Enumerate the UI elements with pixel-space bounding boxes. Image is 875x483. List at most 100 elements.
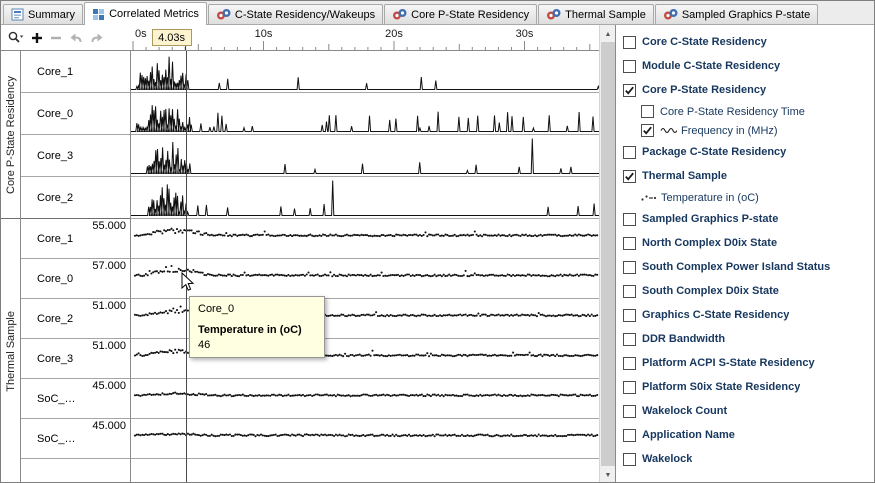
checkbox-north-complex-d0ix-state[interactable]: [623, 237, 636, 250]
scroll-up-button[interactable]: ▲: [600, 26, 616, 42]
metric-item-wakelock[interactable]: Wakelock: [616, 447, 875, 471]
metric-label: DDR Bandwidth: [642, 333, 725, 345]
checkbox-ddr-bandwidth[interactable]: [623, 333, 636, 346]
checkbox-south-complex-power-island-status[interactable]: [623, 261, 636, 274]
thermal-chart-core-0-1[interactable]: [131, 259, 599, 299]
gears-icon: [546, 8, 561, 21]
checkbox-wakelock-count[interactable]: [623, 405, 636, 418]
zoom-out-button[interactable]: [50, 32, 62, 44]
pstate-chart-core-0[interactable]: [131, 93, 599, 135]
thermal-row-label-core-0-1[interactable]: 57.000Core_0: [21, 259, 130, 299]
thermal-row-label-core-2-2[interactable]: 51.000Core_2: [21, 299, 130, 339]
checkbox-platform-s0ix-state-residency[interactable]: [623, 381, 636, 394]
pstate-row-label-core-0[interactable]: Core_0: [21, 93, 130, 135]
metric-label: Thermal Sample: [642, 170, 727, 182]
frequency-series-core-1: [131, 51, 599, 92]
checkbox-thermal-sample[interactable]: [623, 170, 636, 183]
checkbox-core-p-state-residency[interactable]: [623, 84, 636, 97]
scrollbar-thumb[interactable]: [601, 42, 615, 466]
metric-label: Graphics C-State Residency: [642, 309, 789, 321]
tooltip-value: 46: [198, 339, 316, 351]
frequency-series-core-2: [131, 177, 599, 218]
checkbox-core-c-state-residency[interactable]: [623, 36, 636, 49]
thermal-row-label-core-1-0[interactable]: 55.000Core_1: [21, 219, 130, 259]
checkbox-core-p-state-residency-time[interactable]: [641, 105, 654, 118]
zoom-in-button[interactable]: [31, 32, 43, 44]
temperature-series-soc-4: [131, 379, 599, 418]
tooltip-metric-name: Temperature in (oC): [198, 324, 316, 336]
metric-item-ddr-bandwidth[interactable]: DDR Bandwidth: [616, 327, 875, 351]
pstate-chart-core-2[interactable]: [131, 177, 599, 219]
tab-sampled-graphics-p-state[interactable]: Sampled Graphics P-state: [655, 4, 818, 24]
checkbox-module-c-state-residency[interactable]: [623, 60, 636, 73]
ruler-ticks: 0s10s20s30s: [131, 25, 599, 50]
metric-item-graphics-c-state-residency[interactable]: Graphics C-State Residency: [616, 303, 875, 327]
metric-item-south-complex-d0ix-state[interactable]: South Complex D0ix State: [616, 279, 875, 303]
metric-item-thermal-sample[interactable]: Thermal Sample: [616, 164, 875, 188]
thermal-row-label-core-3-3[interactable]: 51.000Core_3: [21, 339, 130, 379]
checkbox-south-complex-d0ix-state[interactable]: [623, 285, 636, 298]
metric-label: Frequency in (MHz): [681, 125, 778, 137]
checkbox-platform-acpi-s-state-residency[interactable]: [623, 357, 636, 370]
thermal-row-label-soc-5[interactable]: 45.000SoC_…: [21, 419, 130, 459]
metric-item-platform-s0ix-state-residency[interactable]: Platform S0ix State Residency: [616, 375, 875, 399]
checkbox-sampled-graphics-p-state[interactable]: [623, 213, 636, 226]
vertical-scrollbar[interactable]: ▲ ▼: [599, 25, 615, 483]
thermal-scale-value: 45.000: [92, 380, 126, 392]
pstate-chart-core-3[interactable]: [131, 135, 599, 177]
tab-summary[interactable]: Summary: [3, 4, 83, 24]
datapoint-tooltip: Core_0 Temperature in (oC) 46: [189, 296, 325, 358]
tab-label: Core P-State Residency: [411, 9, 529, 21]
tab-label: Thermal Sample: [565, 9, 646, 21]
pstate-chart-core-1[interactable]: [131, 51, 599, 93]
metric-item-platform-acpi-s-state-residency[interactable]: Platform ACPI S-State Residency: [616, 351, 875, 375]
gears-icon: [663, 8, 678, 21]
metric-item-sampled-graphics-p-state[interactable]: Sampled Graphics P-state: [616, 207, 875, 231]
tab-c-state-residency-wakeups[interactable]: C-State Residency/Wakeups: [208, 4, 383, 24]
metric-item-wakelock-count[interactable]: Wakelock Count: [616, 399, 875, 423]
tab-thermal-sample[interactable]: Thermal Sample: [538, 4, 654, 24]
thermal-scale-value: 55.000: [92, 220, 126, 232]
metric-label: Package C-State Residency: [642, 146, 786, 158]
svg-text:0s: 0s: [135, 28, 147, 40]
checkbox-package-c-state-residency[interactable]: [623, 146, 636, 159]
undo-zoom-button[interactable]: [69, 32, 83, 44]
timeline-cursor[interactable]: [186, 51, 187, 483]
tooltip-series-name: Core_0: [198, 303, 316, 315]
checkbox-frequency-in-mhz[interactable]: [641, 124, 654, 137]
thermal-chart-soc-4[interactable]: [131, 379, 599, 419]
metric-item-temperature-in-oc[interactable]: Temperature in (oC): [616, 188, 875, 207]
checkbox-application-name[interactable]: [623, 429, 636, 442]
thermal-scale-value: 57.000: [92, 260, 126, 272]
metric-item-core-c-state-residency[interactable]: Core C-State Residency: [616, 30, 875, 54]
metric-label: Sampled Graphics P-state: [642, 213, 778, 225]
pstate-row-label-core-1[interactable]: Core_1: [21, 51, 130, 93]
metric-item-application-name[interactable]: Application Name: [616, 423, 875, 447]
checkbox-wakelock[interactable]: [623, 453, 636, 466]
metric-item-core-p-state-residency-time[interactable]: Core P-State Residency Time: [616, 102, 875, 121]
metric-item-north-complex-d0ix-state[interactable]: North Complex D0ix State: [616, 231, 875, 255]
metric-item-south-complex-power-island-status[interactable]: South Complex Power Island Status: [616, 255, 875, 279]
metric-label: Platform ACPI S-State Residency: [642, 357, 815, 369]
time-ruler[interactable]: 0s10s20s30s 4.03s: [131, 25, 599, 51]
metric-label: Application Name: [642, 429, 735, 441]
metric-item-core-p-state-residency[interactable]: Core P-State Residency: [616, 78, 875, 102]
zoom-toolbar: [1, 25, 131, 51]
thermal-row-label-soc-4[interactable]: 45.000SoC_…: [21, 379, 130, 419]
metric-item-package-c-state-residency[interactable]: Package C-State Residency: [616, 140, 875, 164]
correlated-metrics-window: SummaryCorrelated MetricsC-State Residen…: [0, 0, 875, 483]
redo-zoom-button[interactable]: [90, 32, 104, 44]
thermal-chart-soc-5[interactable]: [131, 419, 599, 459]
metric-item-frequency-in-mhz[interactable]: Frequency in (MHz): [616, 121, 875, 140]
section-label-thermal: Thermal Sample: [5, 311, 17, 392]
pstate-row-label-core-3[interactable]: Core_3: [21, 135, 130, 177]
thermal-chart-core-1-0[interactable]: [131, 219, 599, 259]
zoom-select-button[interactable]: [7, 30, 24, 45]
pstate-row-label-core-2[interactable]: Core_2: [21, 177, 130, 219]
tab-correlated-metrics[interactable]: Correlated Metrics: [84, 2, 207, 25]
metric-item-module-c-state-residency[interactable]: Module C-State Residency: [616, 54, 875, 78]
scroll-down-button[interactable]: ▼: [600, 467, 616, 483]
tab-core-p-state-residency[interactable]: Core P-State Residency: [384, 4, 537, 24]
checkbox-graphics-c-state-residency[interactable]: [623, 309, 636, 322]
thermal-scale-value: 51.000: [92, 300, 126, 312]
